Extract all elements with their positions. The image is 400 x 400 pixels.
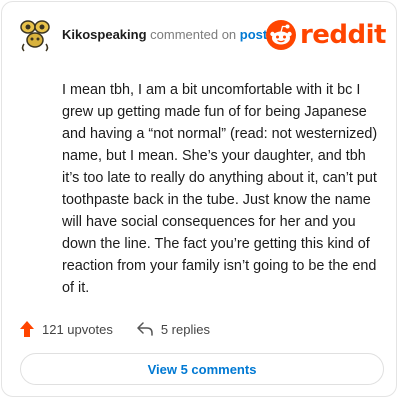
avatar[interactable] bbox=[18, 18, 52, 52]
reddit-snoo-icon bbox=[265, 20, 296, 50]
reddit-logo[interactable]: reddit bbox=[265, 20, 387, 50]
upvote-arrow-icon bbox=[20, 321, 34, 337]
view-comments-button[interactable]: View 5 comments bbox=[20, 353, 384, 385]
comment-actions: 121 upvotes 5 replies bbox=[20, 320, 234, 338]
reddit-wordmark: reddit bbox=[299, 20, 387, 50]
reply-count: 5 replies bbox=[160, 321, 210, 337]
comment-meta: Kikospeaking commented on post bbox=[62, 27, 267, 43]
upvote-button[interactable]: 121 upvotes bbox=[20, 321, 113, 337]
username[interactable]: Kikospeaking bbox=[62, 27, 147, 42]
replies-button[interactable]: 5 replies bbox=[137, 322, 210, 337]
reply-arrow-icon bbox=[137, 322, 153, 336]
comment-body: I mean tbh, I am a bit uncomfortable wit… bbox=[62, 82, 378, 296]
post-link[interactable]: post bbox=[240, 27, 267, 42]
comment-header: Kikospeaking commented on post reddit bbox=[16, 18, 387, 54]
comment-card: Kikospeaking commented on post reddit I … bbox=[1, 1, 397, 397]
upvote-count: 121 upvotes bbox=[42, 321, 113, 337]
comment-action-text: commented on bbox=[150, 27, 237, 42]
